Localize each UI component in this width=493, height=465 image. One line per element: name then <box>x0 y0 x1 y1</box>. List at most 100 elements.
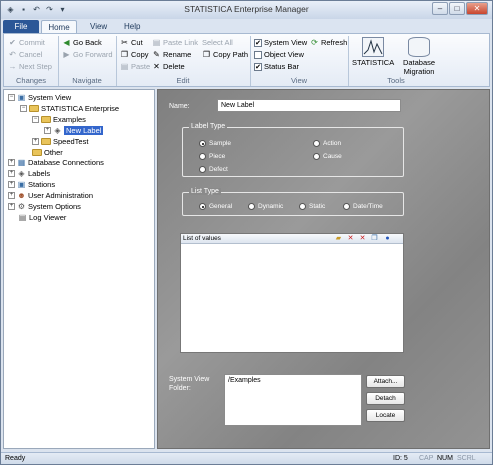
delete-button[interactable]: ✕ Delete <box>152 62 185 71</box>
radio-dynamic[interactable]: Dynamic <box>248 203 283 210</box>
delete-icon[interactable]: ✕ <box>347 235 354 242</box>
next-step-button[interactable]: → Next Step <box>8 62 52 71</box>
radio-general[interactable]: General <box>199 203 232 210</box>
go-back-button[interactable]: ◀ Go Back <box>62 38 101 47</box>
expand-icon[interactable]: + <box>8 180 15 188</box>
copy-icon[interactable]: ❐ <box>371 235 378 242</box>
radio-sample[interactable]: Sample <box>199 140 231 147</box>
system-view-folder-field[interactable]: /Examples <box>224 374 362 426</box>
tree-item-new-label[interactable]: + ◈ New Label <box>44 125 104 135</box>
expand-icon[interactable]: + <box>8 191 15 199</box>
tree-item-statistica-enterprise[interactable]: − STATISTICA Enterprise <box>20 103 119 113</box>
radio-datetime[interactable]: Date/Time <box>343 203 383 210</box>
radio-icon <box>313 140 320 147</box>
tree-item-user-administration[interactable]: + ☻ User Administration <box>8 190 93 200</box>
expand-icon[interactable]: + <box>32 137 39 145</box>
radio-selected-icon <box>199 203 206 210</box>
radio-icon <box>248 203 255 210</box>
expand-icon[interactable]: + <box>8 169 15 177</box>
tab-help[interactable]: Help <box>115 20 149 33</box>
delete-all-icon[interactable]: ✕ <box>359 235 366 242</box>
checkbox-unchecked <box>254 50 262 59</box>
tree-item-system-view[interactable]: − ▣ System View <box>8 92 71 102</box>
tree-item-stations[interactable]: + ▣ Stations <box>8 179 55 189</box>
tab-view[interactable]: View <box>81 20 116 33</box>
window-controls: – □ ✕ <box>432 2 488 15</box>
locate-button[interactable]: Locate <box>366 409 405 422</box>
cut-button[interactable]: ✂ Cut <box>120 38 143 47</box>
tree-item-other[interactable]: Other <box>32 147 63 157</box>
copy-path-icon: ❐ <box>202 50 211 59</box>
status-num: NUM <box>437 455 453 462</box>
database-migration-button[interactable]: Database Migration <box>396 37 442 76</box>
tab-file[interactable]: File <box>3 20 39 33</box>
system-tree: − ▣ System View − STATISTICA Enterprise − Ex… <box>3 89 155 449</box>
collapse-icon[interactable]: − <box>20 104 27 112</box>
list-of-values[interactable]: List of values ▰ ✕ ✕ ❐ ● <box>180 233 404 353</box>
system-view-checkbox[interactable]: ✔ System View <box>254 38 307 47</box>
paste-button[interactable]: ▤ Paste <box>120 62 150 71</box>
radio-piece[interactable]: Piece <box>199 153 225 160</box>
tree-item-database-connections[interactable]: + ▦ Database Connections <box>8 157 104 167</box>
folder-icon <box>41 137 51 145</box>
maximize-button[interactable]: □ <box>449 2 465 15</box>
radio-selected-icon <box>199 140 206 147</box>
expand-icon[interactable]: + <box>8 202 15 210</box>
commit-button[interactable]: ✔ Commit <box>8 38 45 47</box>
label-properties-panel: Name: New Label Label Type Sample Piece … <box>157 89 490 449</box>
computer-icon: ▣ <box>17 92 26 102</box>
rename-icon: ✎ <box>153 50 160 59</box>
paste-link-icon: ▤ <box>152 38 161 47</box>
list-of-values-header: List of values <box>181 234 403 244</box>
radio-static[interactable]: Static <box>299 203 325 210</box>
radio-defect[interactable]: Defect <box>199 166 228 173</box>
rename-button[interactable]: ✎ Rename <box>152 50 191 59</box>
add-icon[interactable]: ● <box>384 235 391 242</box>
statistica-button[interactable]: STATISTICA <box>352 37 394 67</box>
expand-icon[interactable]: + <box>44 126 51 134</box>
expand-icon[interactable]: + <box>8 158 15 166</box>
status-ready: Ready <box>5 455 26 462</box>
folder-open-icon <box>41 115 51 123</box>
tab-home[interactable]: Home <box>41 20 77 33</box>
go-forward-button[interactable]: ▶ Go Forward <box>62 50 112 59</box>
tree-item-speedtest[interactable]: + SpeedTest <box>32 136 88 146</box>
refresh-button[interactable]: ⟳ Refresh <box>310 38 347 47</box>
copy-icon: ❐ <box>120 50 129 59</box>
list-type-group: List Type General Dynamic Static Date/Ti… <box>182 188 404 216</box>
tree-item-examples[interactable]: − Examples <box>32 114 86 124</box>
attach-button[interactable]: Attach... <box>366 375 405 388</box>
tree-item-log-viewer[interactable]: ▤ Log Viewer <box>18 212 67 222</box>
detach-button[interactable]: Detach <box>366 392 405 405</box>
radio-icon <box>343 203 350 210</box>
tree-item-system-options[interactable]: + ⚙ System Options <box>8 201 81 211</box>
radio-icon <box>199 166 206 173</box>
group-label-changes: Changes <box>15 76 47 85</box>
close-button[interactable]: ✕ <box>466 2 488 15</box>
cancel-button[interactable]: ↶ Cancel <box>8 50 42 59</box>
paste-link-button[interactable]: ▤ Paste Link <box>152 38 198 47</box>
collapse-icon[interactable]: − <box>32 115 39 123</box>
name-field[interactable]: New Label <box>217 99 401 112</box>
delete-icon: ✕ <box>153 62 160 71</box>
object-view-checkbox[interactable]: Object View <box>254 50 304 59</box>
labels-icon: ◈ <box>18 168 25 178</box>
next-step-icon: → <box>8 62 17 71</box>
group-label-edit: Edit <box>176 76 190 85</box>
tree-item-labels[interactable]: + ◈ Labels <box>8 168 50 178</box>
status-scrl: SCRL <box>457 455 476 462</box>
ribbon: ✔ Commit ↶ Cancel → Next Step Changes ◀ Go B… <box>3 33 490 87</box>
commit-icon: ✔ <box>9 38 16 47</box>
status-bar-checkbox[interactable]: ✔ Status Bar <box>254 62 299 71</box>
group-label-tools: Tools <box>387 76 405 85</box>
open-folder-icon[interactable]: ▰ <box>335 235 342 242</box>
radio-cause[interactable]: Cause <box>313 153 342 160</box>
collapse-icon[interactable]: − <box>8 93 15 101</box>
copy-path-button[interactable]: ❐ Copy Path <box>202 50 248 59</box>
stations-icon: ▣ <box>17 179 26 189</box>
folder-icon <box>29 104 39 112</box>
radio-action[interactable]: Action <box>313 140 341 147</box>
copy-button[interactable]: ❐ Copy <box>120 50 149 59</box>
select-all-button[interactable]: Select All <box>202 38 233 47</box>
minimize-button[interactable]: – <box>432 2 448 15</box>
